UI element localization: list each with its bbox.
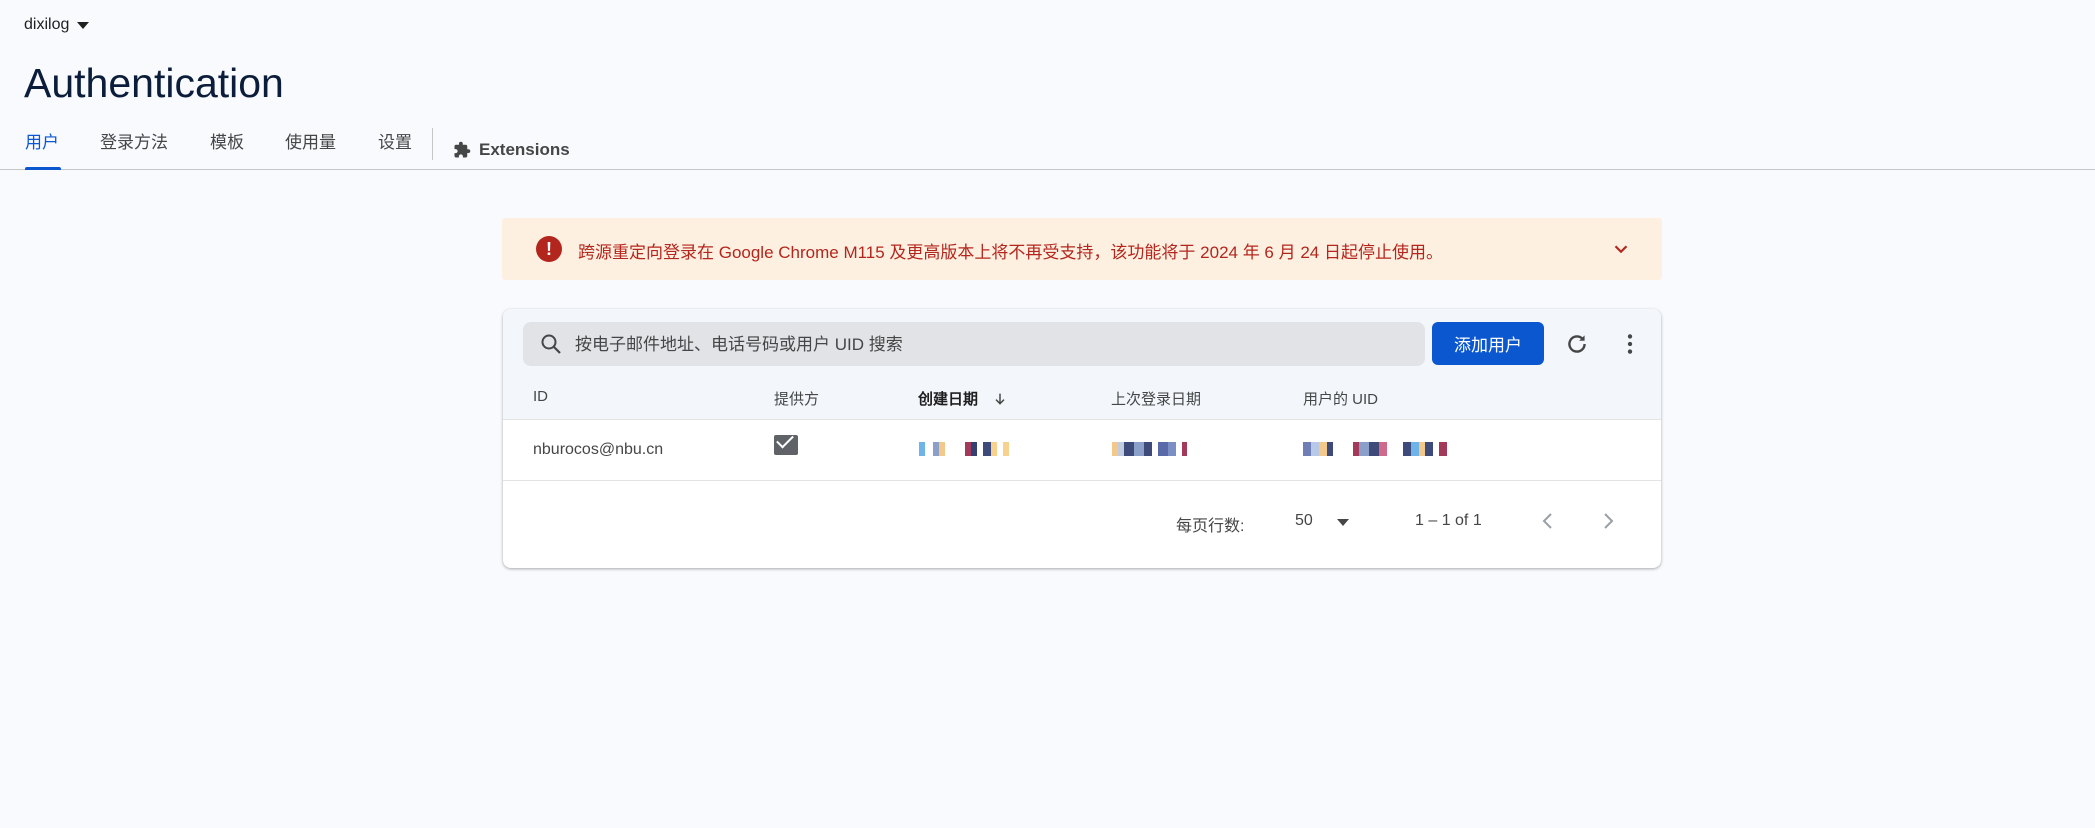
tab-usage[interactable]: 使用量 xyxy=(285,132,336,168)
tab-sign-in-method[interactable]: 登录方法 xyxy=(100,132,168,168)
uid-cell-redacted xyxy=(1303,442,1447,456)
chevron-down-icon[interactable] xyxy=(1610,238,1632,260)
pagination-range: 1 – 1 of 1 xyxy=(1415,512,1482,529)
tab-settings[interactable]: 设置 xyxy=(378,132,412,168)
tab-divider xyxy=(432,128,433,160)
refresh-icon xyxy=(1568,335,1586,353)
email-icon xyxy=(774,435,798,455)
tab-label: 使用量 xyxy=(285,133,336,152)
tab-label: 登录方法 xyxy=(100,133,168,152)
column-header-last-login[interactable]: 上次登录日期 xyxy=(1111,388,1201,409)
column-header-created[interactable]: 创建日期 xyxy=(918,388,1008,409)
rows-per-page-select[interactable]: 50 xyxy=(1295,512,1313,530)
tab-label: Extensions xyxy=(479,140,570,159)
tab-label: 模板 xyxy=(210,133,244,152)
tab-templates[interactable]: 模板 xyxy=(210,132,244,168)
deprecation-banner: ! 跨源重定向登录在 Google Chrome M115 及更高版本上将不再受… xyxy=(502,218,1662,280)
more-vert-icon xyxy=(1627,334,1633,354)
column-header-uid[interactable]: 用户的 UID xyxy=(1303,388,1378,409)
tab-label: 设置 xyxy=(378,133,412,152)
page-title: Authentication xyxy=(24,60,284,106)
rows-per-page-label: 每页行数: xyxy=(1176,518,1245,535)
arrow-down-icon xyxy=(995,393,1005,405)
table-row[interactable]: nburocos@nbu.cn xyxy=(503,419,1661,481)
extensions-icon xyxy=(454,141,471,158)
project-selector[interactable]: dixilog xyxy=(24,16,90,34)
error-icon: ! xyxy=(536,236,562,262)
table-toolbar: 添加用户 ID 提供方 创建日期 上次登录日期 用户的 UID xyxy=(503,309,1661,419)
column-header-id[interactable]: ID xyxy=(533,388,548,405)
previous-page-icon[interactable] xyxy=(1536,509,1560,533)
column-header-provider[interactable]: 提供方 xyxy=(774,388,819,409)
last-login-cell-redacted xyxy=(1112,442,1187,456)
more-options-button[interactable] xyxy=(1616,330,1644,358)
tab-extensions[interactable]: Extensions xyxy=(453,132,570,168)
users-table-card: 添加用户 ID 提供方 创建日期 上次登录日期 用户的 UID nburocos xyxy=(503,309,1661,568)
chevron-down-icon xyxy=(77,21,90,29)
user-id-cell: nburocos@nbu.cn xyxy=(533,441,664,458)
active-tab-indicator xyxy=(25,167,61,170)
next-page-icon[interactable] xyxy=(1596,509,1620,533)
tab-users[interactable]: 用户 xyxy=(25,132,59,168)
search-box xyxy=(523,322,1425,368)
created-date-cell-redacted xyxy=(919,442,1009,456)
search-icon xyxy=(541,334,561,354)
banner-text: 跨源重定向登录在 Google Chrome M115 及更高版本上将不再受支持… xyxy=(578,243,1443,262)
tab-bar: 用户 登录方法 模板 使用量 设置 Extensions xyxy=(0,124,2095,170)
search-input[interactable] xyxy=(573,322,1417,368)
project-name: dixilog xyxy=(24,16,70,33)
tab-label: 用户 xyxy=(25,133,59,152)
add-user-button[interactable]: 添加用户 xyxy=(1432,322,1544,365)
chevron-down-icon[interactable] xyxy=(1337,519,1349,526)
refresh-button[interactable] xyxy=(1563,330,1591,358)
pagination-bar: 每页行数: 50 1 – 1 of 1 xyxy=(503,481,1661,566)
column-header-label: 创建日期 xyxy=(918,391,979,408)
